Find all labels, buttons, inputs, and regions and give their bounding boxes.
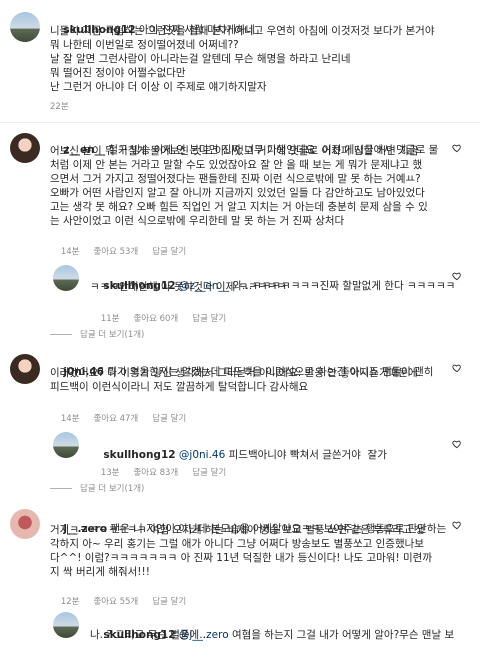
comment-likes[interactable]: 좋아요 60개 [133,314,178,324]
comment-text-line: 거지ㅋㅋㅋㅋㅋㅋㅋㅋ 여혐 오지게 하는 비제이 방송 보고 별풍 쏘면 같은 … [50,524,425,536]
comment-text-line: 오빠가 어떤 사람인지 알고 잘 아니까 지금까지 있었던 일들 다 감안하고도… [50,187,425,199]
comment-time: 14분 [60,414,80,424]
comment-text-line: ㅋㅋㅋ안해안해 아 못하것다 이제 ㅋㅋㅋㅋㅋ [90,281,287,293]
avatar[interactable] [53,432,79,458]
comment-time: 11분 [100,314,120,324]
heart-icon[interactable] [452,439,462,449]
comment-text-line: 여혐을 하는지 그걸 내가 어떻게 알아?무슨 맨날 보 [228,629,455,642]
comment-text-line: 나..? 그리고 무슨 별풍에... [90,629,210,641]
divider [50,333,72,335]
heart-icon[interactable] [452,363,462,373]
comment-time: 12분 [60,597,80,607]
comment-text-line: 니들이 지금 극혐하는 그런짓을 할때 본거 아니고 우연히 아침에 이것저것 … [50,25,435,37]
comment-text-line: 는 사안이었고 이런 식으로밖에 우리한테 말 못 하는 거 진짜 상처다 [50,215,345,227]
comment-text-line: 지 싹 버리게 해줘서!!! [50,566,150,578]
comment-text-line: 피드백이 이런식이라니 저도 깔끔하게 탈덕합니다 감사해요 [50,381,309,393]
comment-time: 13분 [100,468,120,478]
comment-text-line: 으면서 그거 가지고 정떨어졌다는 팬들한테 진짜 이런 식으로밖에 말 못 하… [50,173,421,185]
divider [0,122,480,123]
reply-button[interactable]: 답글 달기 [152,597,186,607]
avatar[interactable] [53,612,79,638]
comment-likes[interactable]: 좋아요 47개 [93,414,138,424]
heart-icon[interactable] [452,143,462,153]
avatar[interactable] [10,354,40,384]
heart-icon[interactable] [452,520,462,530]
comment-text-line: 다^^! 이럼?ㅋㅋㅋㅋㅋㅋㅋ 아 진짜 11년 덕질한 내가 등신이다! 나도… [50,552,432,564]
comment-text-line: 난 그런거 아니야 더 이상 이 주제로 얘기하지말자 [50,81,267,93]
comment-text-line: 고는 생각 못 해요? 오빠 힘든 직업인 거 알고 지치는 거 아는데 충분히… [50,201,428,213]
reply-button[interactable]: 답글 달기 [192,468,226,478]
comment-likes[interactable]: 좋아요 53개 [93,247,138,257]
reply-button[interactable]: 답글 달기 [152,247,186,257]
heart-icon[interactable] [452,271,462,281]
comment-likes[interactable]: 좋아요 55개 [93,597,138,607]
view-replies-button[interactable]: 답글 더 보기(1개) [50,328,144,340]
avatar[interactable] [10,133,40,163]
avatar[interactable] [53,265,79,291]
comment-text-line: 뭐 나한테 이번일로 정이떨어졌네 어쩌네?? [50,39,239,51]
comment-text-line: 각하지 아~ 우리 홍기는 그럴 애가 아니다 그냥 어쩌다 방송보도 별풍쏘고… [50,538,424,550]
reply-button[interactable]: 답글 달기 [152,414,186,424]
comment-text-line: 피드백아니야 빡쳐서 글쓴거야 잘가 [225,449,387,462]
comment-text-line: 처럼 이제 안 본는 거라고 말할 수도 있었잖아요 잘 안 올 때 보는 게 … [50,159,423,171]
comment-likes[interactable]: 좋아요 83개 [133,468,178,478]
avatar[interactable] [10,12,40,42]
comment-text-line: 뭐 떨어진 정이야 어쩔수없다만 [50,67,186,79]
comment-time: 14분 [60,247,80,257]
comment-time: 22분 [50,102,69,112]
reply-button[interactable]: 답글 달기 [192,314,226,324]
comment-text-line: 이러겠어요? 다 이홍기 당신 생각해서 그러는거 아니에요: 반응 안 좋아지… [50,367,421,379]
divider [50,487,72,489]
avatar[interactable] [10,509,40,539]
comment-text-line: 어보신 분이 뭐 거칠게 물어보신 것도 아니었고 거기에 댓글로 어차피 답할… [50,145,419,157]
view-replies-button[interactable]: 답글 더 보기(1개) [50,482,144,494]
comment-text-line: 날 잘 알면 그런사람이 아니라는걸 알텐데 무슨 해명을 하라고 난리네 [50,53,351,65]
